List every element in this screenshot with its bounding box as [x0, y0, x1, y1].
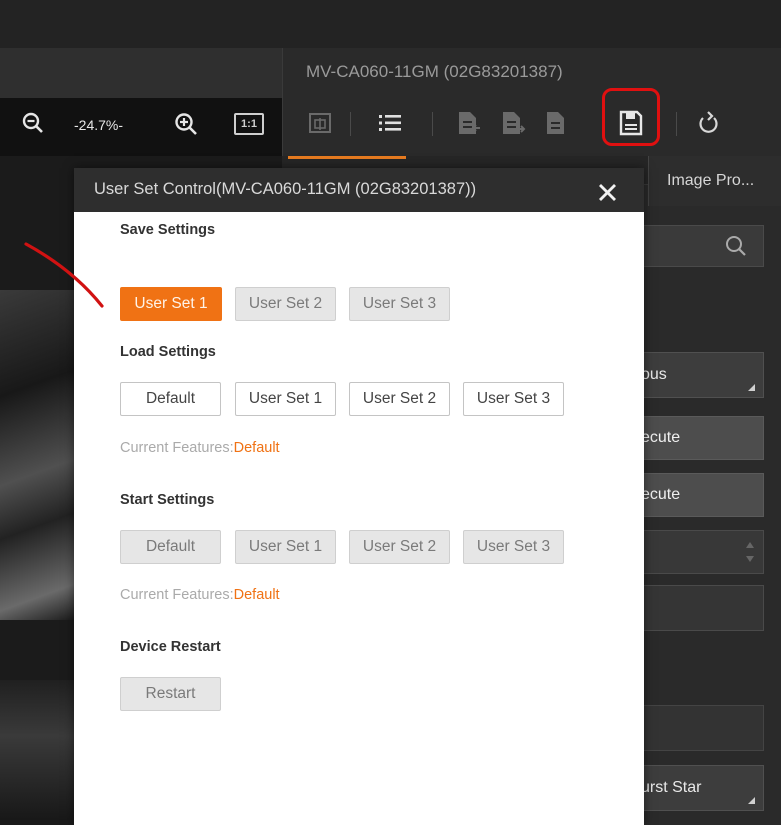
dropdown-corner-icon: [748, 384, 755, 391]
close-icon[interactable]: [596, 180, 620, 204]
window-top-bar: [0, 0, 781, 48]
feature-field-2[interactable]: [640, 705, 764, 751]
camera-image-preview: [0, 290, 74, 620]
execute-button-1[interactable]: ecute: [640, 416, 764, 460]
acquisition-mode-select[interactable]: ous: [640, 352, 764, 398]
acquisition-mode-value: ous: [641, 366, 667, 383]
execute-label: ecute: [641, 486, 681, 503]
load-settings-heading: Load Settings: [120, 344, 216, 360]
trigger-selector-value: urst Star: [641, 779, 702, 796]
load-user-set-2-button[interactable]: User Set 2: [349, 382, 450, 416]
device-title: MV-CA060-11GM (02G83201387): [306, 62, 563, 81]
execute-button-2[interactable]: ecute: [640, 473, 764, 517]
restart-button[interactable]: Restart: [120, 677, 221, 711]
toolbar-separator: [432, 112, 433, 136]
current-features-label: Current Features:: [120, 440, 234, 456]
dialog-title: User Set Control(MV-CA060-11GM (02G83201…: [94, 180, 477, 198]
load-user-set-1-button[interactable]: User Set 1: [235, 382, 336, 416]
zoom-in-icon[interactable]: [174, 112, 198, 136]
start-user-set-3-button[interactable]: User Set 3: [463, 530, 564, 564]
load-user-set-3-button[interactable]: User Set 3: [463, 382, 564, 416]
search-icon[interactable]: [724, 234, 748, 258]
zoom-out-icon[interactable]: [22, 112, 44, 134]
save-highlight-annotation: [602, 88, 660, 146]
import-icon[interactable]: [454, 108, 482, 138]
start-user-set-1-button[interactable]: User Set 1: [235, 530, 336, 564]
execute-label: ecute: [641, 429, 681, 446]
device-restart-heading: Device Restart: [120, 639, 221, 655]
file-icon[interactable]: [541, 108, 569, 138]
toolbar-separator: [676, 112, 677, 136]
start-current-features: Current Features:Default: [120, 587, 280, 603]
trigger-selector-select[interactable]: urst Star: [640, 765, 764, 811]
dropdown-corner-icon: [748, 797, 755, 804]
load-current-features: Current Features:Default: [120, 440, 280, 456]
camera-image-preview-bottom: [0, 680, 74, 820]
current-features-label: Current Features:: [120, 587, 234, 603]
save-user-set-2-button[interactable]: User Set 2: [235, 287, 336, 321]
start-user-set-2-button[interactable]: User Set 2: [349, 530, 450, 564]
tab-image-processing[interactable]: Image Pro...: [648, 156, 781, 206]
center-icon[interactable]: [306, 108, 334, 138]
save-user-set-3-button[interactable]: User Set 3: [349, 287, 450, 321]
start-default-button[interactable]: Default: [120, 530, 221, 564]
start-settings-heading: Start Settings: [120, 492, 215, 508]
viewer-header: [0, 48, 282, 98]
refresh-icon[interactable]: [694, 108, 722, 138]
spin-arrows-icon[interactable]: [745, 539, 755, 565]
export-icon[interactable]: [498, 108, 526, 138]
actual-size-button[interactable]: 1:1: [234, 113, 264, 135]
toolbar-separator: [350, 112, 351, 136]
numeric-spinbox[interactable]: [640, 530, 764, 574]
current-features-value: Default: [233, 587, 280, 603]
feature-field[interactable]: [640, 585, 764, 631]
current-features-value: Default: [233, 440, 280, 456]
zoom-level: -24.7%-: [74, 117, 124, 133]
active-tab-indicator: [288, 156, 406, 159]
list-icon[interactable]: [376, 108, 404, 138]
load-default-button[interactable]: Default: [120, 382, 221, 416]
annotation-stroke: [24, 242, 104, 308]
